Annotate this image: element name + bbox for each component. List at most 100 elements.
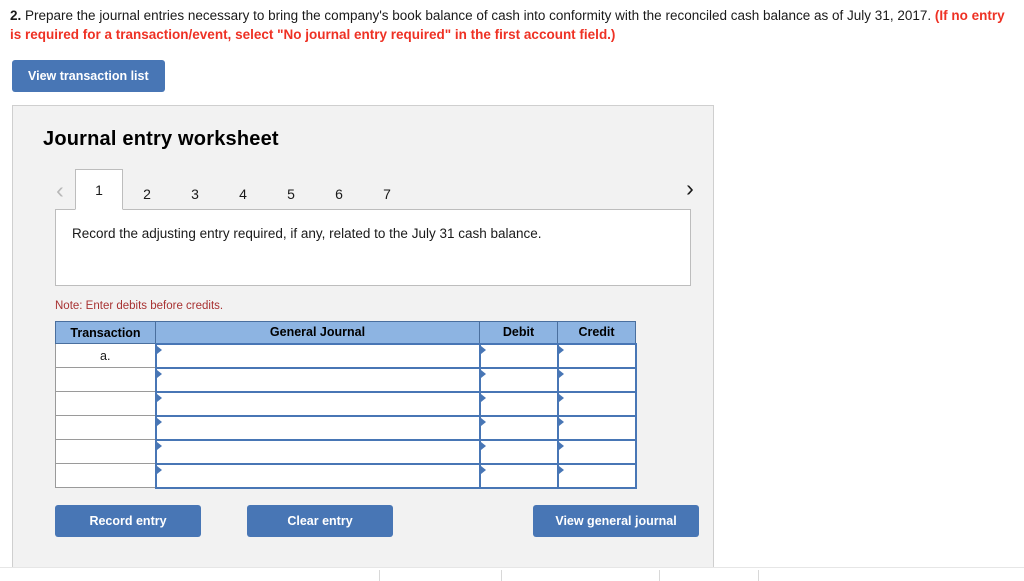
next-tab-chevron-icon[interactable]: ›: [675, 168, 705, 208]
debit-input-0[interactable]: [480, 344, 557, 367]
transaction-label-5: [55, 463, 156, 488]
credit-input-4[interactable]: [558, 440, 635, 463]
header-transaction: Transaction: [55, 321, 156, 344]
debit-cell-5[interactable]: [478, 462, 559, 489]
tab-2[interactable]: 2: [123, 177, 171, 210]
general-journal-input-2[interactable]: [156, 392, 479, 415]
transaction-label-4: [55, 439, 156, 464]
dropdown-marker-icon: [156, 441, 162, 450]
question-number: 2.: [10, 8, 22, 23]
table-header-row: Transaction General Journal Debit Credit: [55, 321, 636, 344]
tab-3[interactable]: 3: [171, 177, 219, 210]
dropdown-marker-icon: [156, 369, 162, 378]
debit-input-2[interactable]: [480, 392, 557, 415]
record-entry-button[interactable]: Record entry: [55, 504, 201, 537]
dropdown-marker-icon: [480, 393, 486, 402]
header-general-journal: General Journal: [155, 321, 480, 344]
journal-entry-table: Transaction General Journal Debit Credit…: [55, 321, 637, 489]
debit-input-1[interactable]: [480, 368, 557, 391]
tab-1[interactable]: 1: [75, 169, 123, 210]
table-row: [55, 414, 637, 441]
transaction-label-2: [55, 391, 156, 416]
header-debit: Debit: [479, 321, 558, 344]
worksheet-action-buttons: Record entry Clear entry View general jo…: [55, 504, 713, 545]
previous-tab-chevron-icon[interactable]: ‹: [45, 170, 75, 210]
dropdown-marker-icon: [558, 417, 564, 426]
strip-divider: [659, 570, 660, 581]
credit-cell-3[interactable]: [556, 414, 637, 441]
general-journal-cell-3[interactable]: [154, 414, 481, 441]
credit-cell-5[interactable]: [556, 462, 637, 489]
credit-cell-4[interactable]: [556, 438, 637, 465]
transaction-label-3: [55, 415, 156, 440]
tab-5[interactable]: 5: [267, 177, 315, 210]
general-journal-cell-1[interactable]: [154, 366, 481, 393]
general-journal-input-5[interactable]: [156, 464, 479, 487]
tab-7[interactable]: 7: [363, 177, 411, 210]
debit-cell-0[interactable]: [478, 342, 559, 369]
transaction-label-1: [55, 367, 156, 392]
dropdown-marker-icon: [558, 465, 564, 474]
credit-input-1[interactable]: [558, 368, 635, 391]
question-text: Prepare the journal entries necessary to…: [21, 8, 935, 23]
dropdown-marker-icon: [480, 369, 486, 378]
credit-input-0[interactable]: [558, 344, 635, 367]
debit-cell-4[interactable]: [478, 438, 559, 465]
general-journal-input-1[interactable]: [156, 368, 479, 391]
bottom-cutoff-strip: [0, 567, 1024, 581]
debit-cell-3[interactable]: [478, 414, 559, 441]
general-journal-input-3[interactable]: [156, 416, 479, 439]
credit-cell-2[interactable]: [556, 390, 637, 417]
dropdown-marker-icon: [558, 441, 564, 450]
dropdown-marker-icon: [156, 465, 162, 474]
dropdown-marker-icon: [558, 393, 564, 402]
dropdown-marker-icon: [558, 369, 564, 378]
general-journal-cell-5[interactable]: [154, 462, 481, 489]
clear-entry-button[interactable]: Clear entry: [247, 504, 393, 537]
credit-input-3[interactable]: [558, 416, 635, 439]
debits-before-credits-note: Note: Enter debits before credits.: [55, 300, 224, 312]
dropdown-marker-icon: [480, 345, 486, 354]
general-journal-input-0[interactable]: [156, 344, 479, 367]
tab-6[interactable]: 6: [315, 177, 363, 210]
view-transaction-list-button[interactable]: View transaction list: [12, 60, 165, 92]
dropdown-marker-icon: [156, 393, 162, 402]
general-journal-cell-4[interactable]: [154, 438, 481, 465]
view-general-journal-button[interactable]: View general journal: [533, 504, 699, 537]
worksheet-tab-bar: ‹ 1 2 3 4 5 6 7 ›: [43, 169, 713, 210]
table-row: a.: [55, 342, 637, 369]
debit-input-3[interactable]: [480, 416, 557, 439]
strip-divider: [379, 570, 380, 581]
question-block: 2. Prepare the journal entries necessary…: [0, 0, 1024, 44]
transaction-prompt-box: Record the adjusting entry required, if …: [55, 209, 691, 286]
journal-entry-worksheet-panel: Journal entry worksheet ‹ 1 2 3 4 5 6 7 …: [12, 105, 714, 575]
general-journal-input-4[interactable]: [156, 440, 479, 463]
dropdown-marker-icon: [480, 441, 486, 450]
debit-cell-1[interactable]: [478, 366, 559, 393]
dropdown-marker-icon: [156, 417, 162, 426]
debit-cell-2[interactable]: [478, 390, 559, 417]
dropdown-marker-icon: [558, 345, 564, 354]
debit-input-5[interactable]: [480, 464, 557, 487]
table-row: [55, 366, 637, 393]
credit-cell-1[interactable]: [556, 366, 637, 393]
panel-title: Journal entry worksheet: [43, 128, 279, 150]
debit-input-4[interactable]: [480, 440, 557, 463]
strip-divider: [501, 570, 502, 581]
tab-4[interactable]: 4: [219, 177, 267, 210]
credit-input-2[interactable]: [558, 392, 635, 415]
table-row: [55, 390, 637, 417]
credit-input-5[interactable]: [558, 464, 635, 487]
table-row: [55, 438, 637, 465]
top-toolbar: View transaction list: [0, 44, 1024, 92]
strip-divider: [758, 570, 759, 581]
dropdown-marker-icon: [156, 345, 162, 354]
credit-cell-0[interactable]: [556, 342, 637, 369]
general-journal-cell-2[interactable]: [154, 390, 481, 417]
dropdown-marker-icon: [480, 465, 486, 474]
general-journal-cell-0[interactable]: [154, 342, 481, 369]
journal-table-body: a.: [55, 342, 637, 489]
header-credit: Credit: [557, 321, 636, 344]
dropdown-marker-icon: [480, 417, 486, 426]
table-row: [55, 462, 637, 489]
